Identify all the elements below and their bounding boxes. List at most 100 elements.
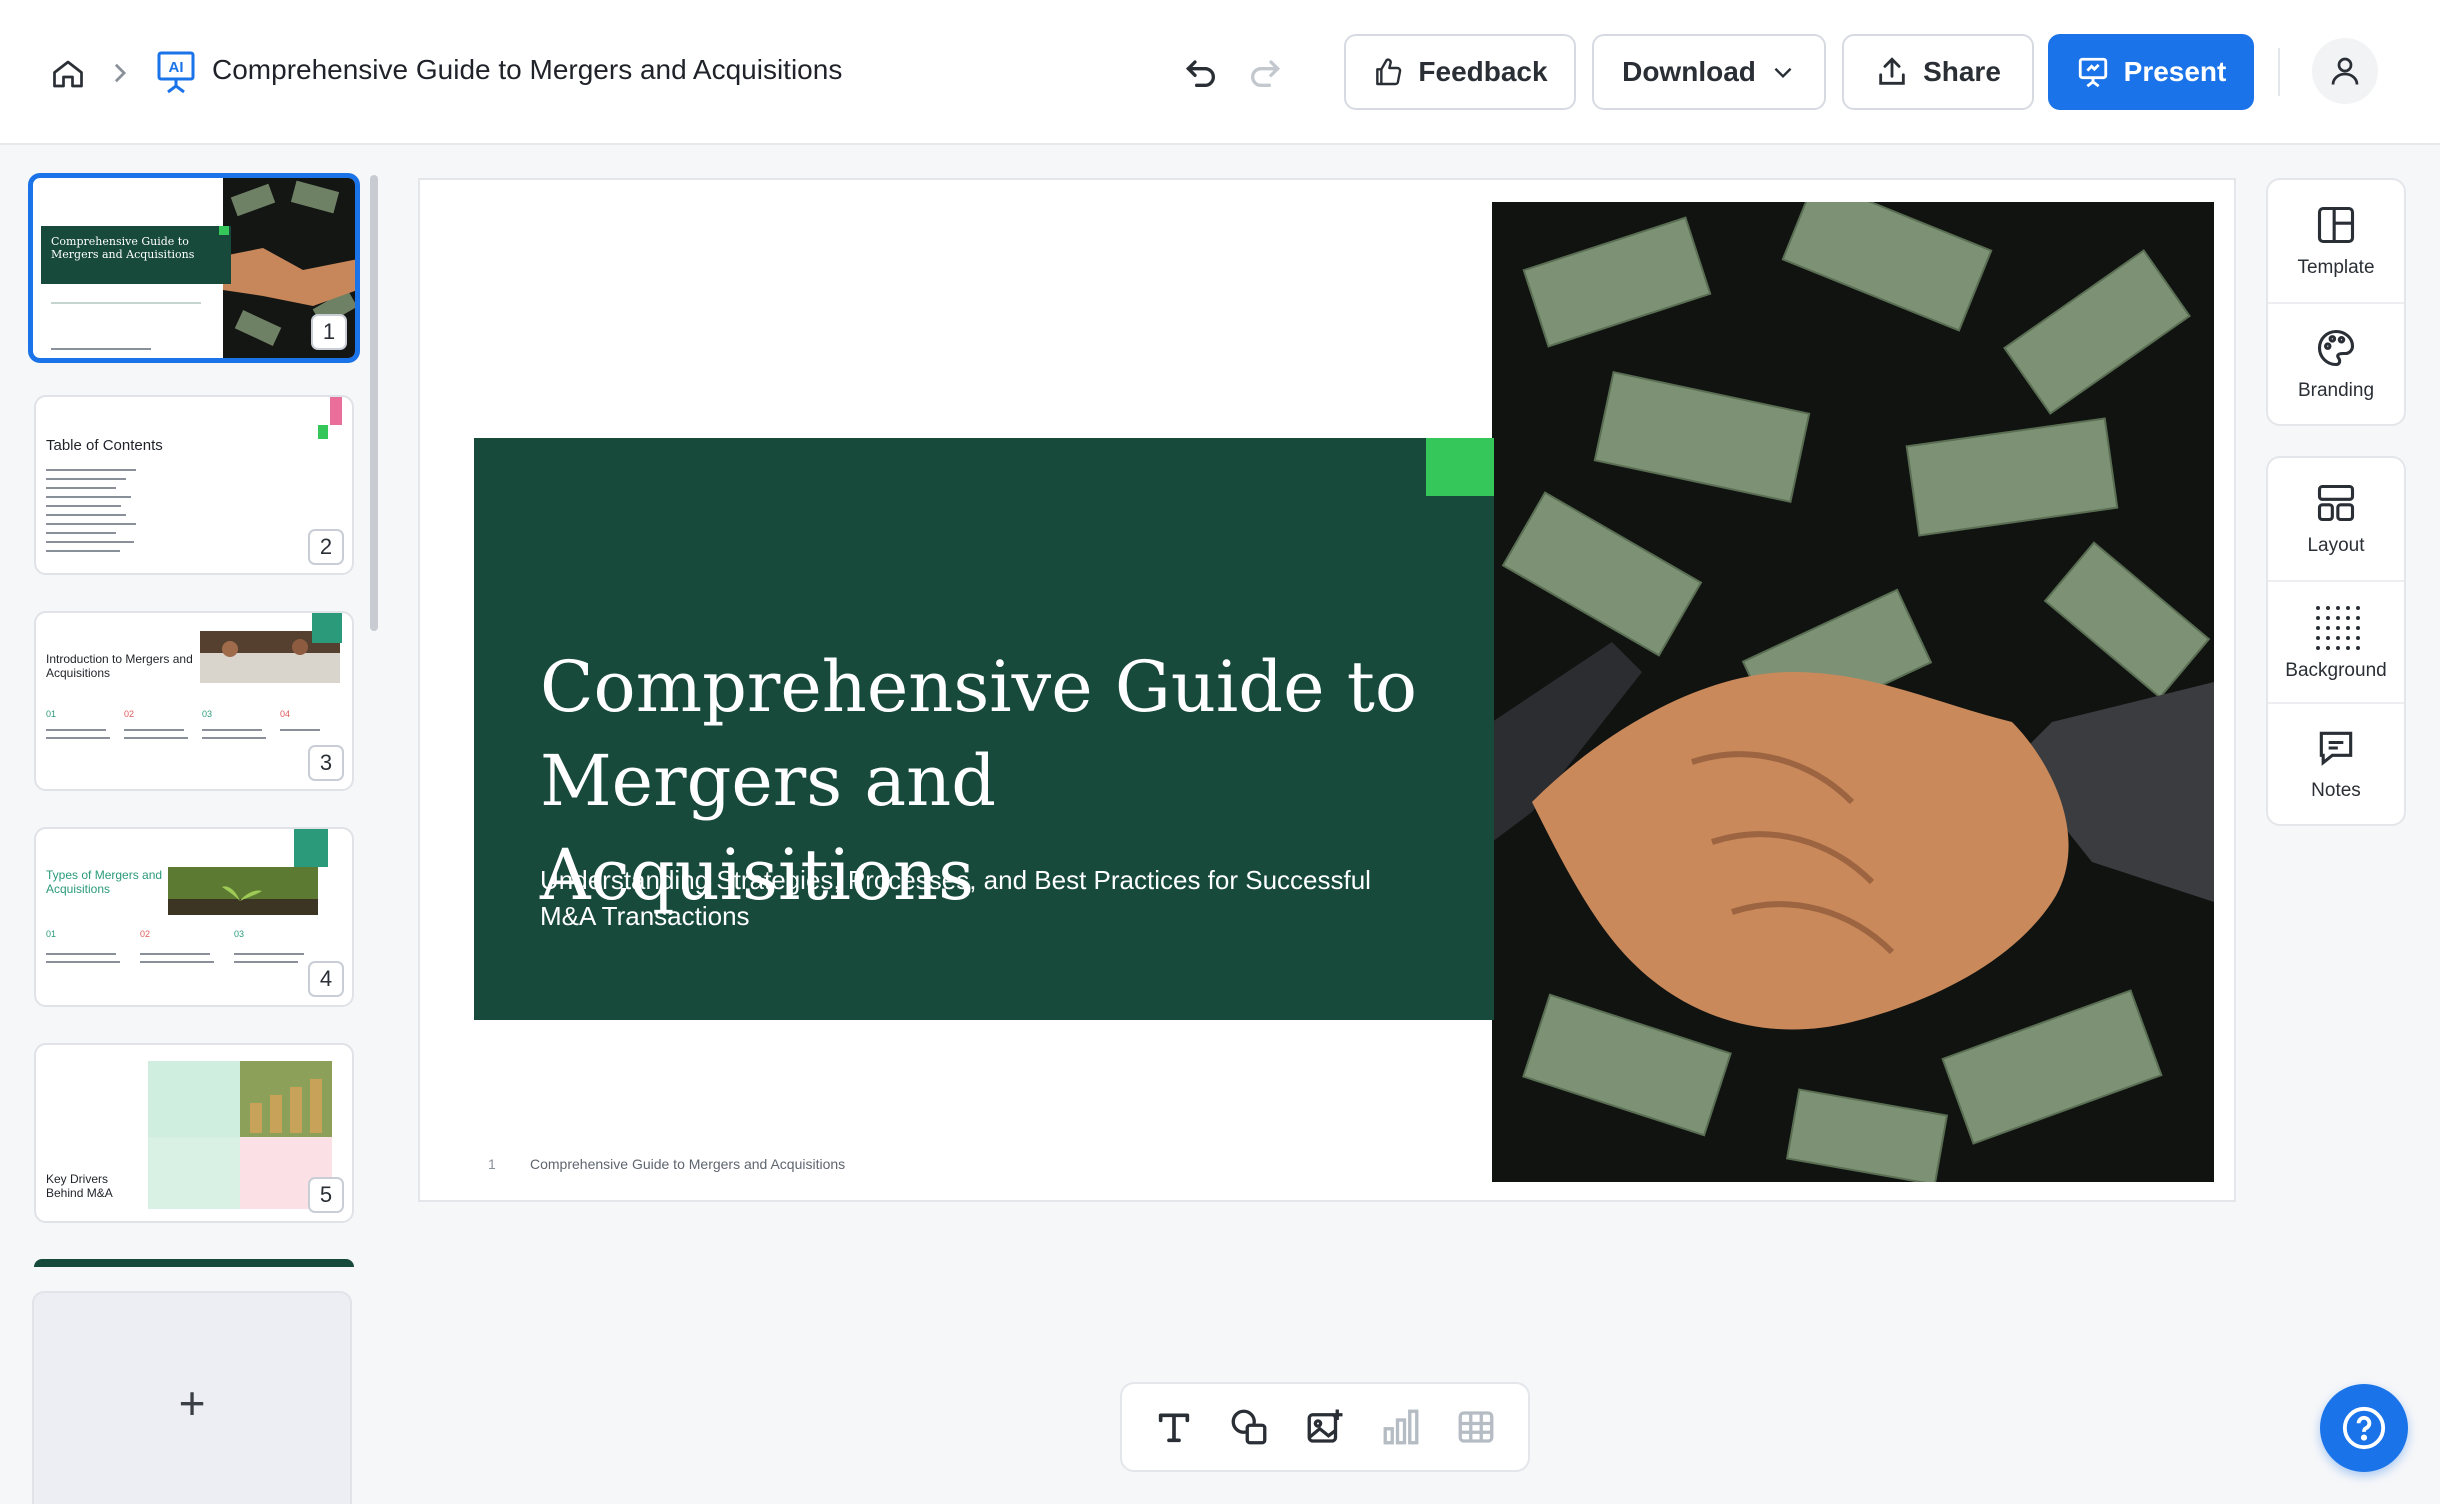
notes-icon: [2319, 731, 2353, 766]
background-label: Background: [2285, 660, 2387, 681]
accent-bar: [330, 397, 342, 425]
table-tool-icon[interactable]: [1453, 1404, 1499, 1450]
layout-icon: [2317, 484, 2355, 522]
chart-tool-icon[interactable]: [1378, 1404, 1424, 1450]
slide-number-badge: 1: [311, 314, 347, 350]
thumb-title: Introduction to Mergers and Acquisitions: [46, 652, 193, 680]
toc-line: [46, 478, 126, 480]
toc-line: [46, 523, 136, 525]
thumb-text-line: [234, 961, 298, 963]
handshake-image[interactable]: [1492, 202, 2214, 1182]
help-button[interactable]: [2320, 1384, 2408, 1472]
thumb-title: Key Drivers Behind M&A: [46, 1172, 113, 1200]
template-button[interactable]: Template: [2268, 180, 2404, 302]
feedback-label: Feedback: [1418, 56, 1548, 87]
thumb-text-line: [280, 729, 320, 731]
thumb-title: Comprehensive Guide to Mergers and Acqui…: [51, 235, 195, 261]
top-bar: AI Comprehensive Guide to Mergers and Ac…: [0, 0, 2440, 145]
user-icon: [2331, 57, 2359, 85]
toc-line: [46, 532, 116, 534]
slide-number-badge: 3: [308, 745, 344, 781]
branding-button[interactable]: Branding: [2268, 302, 2404, 424]
layout-tools: Layout Background Notes: [2266, 456, 2406, 826]
template-label: Template: [2297, 257, 2375, 278]
thumb-text-line: [124, 729, 184, 731]
slide-canvas[interactable]: Comprehensive Guide to Mergers and Acqui…: [418, 178, 2236, 1202]
help-icon: [2342, 1406, 2386, 1450]
slide-thumbnail-1[interactable]: Comprehensive Guide to Mergers and Acqui…: [28, 173, 360, 363]
thumb-text-line: [46, 953, 116, 955]
toc-line: [46, 550, 120, 552]
undo-icon[interactable]: [1180, 52, 1220, 92]
avatar[interactable]: [2312, 38, 2378, 104]
thumb-text-line: [140, 953, 210, 955]
document-title[interactable]: Comprehensive Guide to Mergers and Acqui…: [212, 54, 842, 86]
share-button[interactable]: Share: [1842, 34, 2034, 110]
download-button[interactable]: Download: [1592, 34, 1826, 110]
thumb-title: Table of Contents: [46, 437, 163, 454]
thumb-title: Types of Mergers and Acquisitions: [46, 868, 163, 896]
thumb-text-line: [234, 953, 304, 955]
shapes-tool-icon[interactable]: [1226, 1404, 1272, 1450]
coins-image: [240, 1061, 332, 1137]
toc-line: [46, 487, 116, 489]
toc-line: [46, 496, 131, 498]
accent-square: [294, 829, 328, 867]
step-number: 03: [234, 929, 245, 939]
accent-square: [219, 226, 229, 235]
toc-line: [46, 505, 121, 507]
thumbs-up-icon: [1376, 58, 1402, 86]
thumb-text-line: [46, 961, 120, 963]
present-label: Present: [2123, 56, 2227, 87]
redo-icon[interactable]: [1246, 52, 1286, 92]
slide-subtitle[interactable]: Understanding Strategies, Processes, and…: [540, 862, 1420, 934]
slide-thumbnail-6[interactable]: [34, 1259, 354, 1267]
notes-button[interactable]: Notes: [2268, 702, 2404, 824]
background-button[interactable]: Background: [2268, 580, 2404, 702]
header-divider: [2278, 48, 2280, 96]
slide-thumbnail-5[interactable]: Key Drivers Behind M&A 5: [34, 1043, 354, 1223]
step-number: 04: [280, 709, 291, 719]
slide-footer-text[interactable]: Comprehensive Guide to Mergers and Acqui…: [530, 1156, 845, 1172]
thumb-text-line: [124, 737, 188, 739]
chevron-down-icon: [1774, 67, 1792, 79]
toc-line: [46, 469, 136, 471]
layout-label: Layout: [2307, 535, 2365, 556]
step-number: 01: [46, 929, 57, 939]
step-number: 02: [124, 709, 135, 719]
accent-square: [312, 613, 342, 643]
dot-grid-icon: [2316, 606, 2360, 650]
present-button[interactable]: Present: [2048, 34, 2254, 110]
share-label: Share: [1923, 56, 2001, 87]
design-tools: Template Branding: [2266, 178, 2406, 426]
slide-thumbnail-4[interactable]: Types of Mergers and Acquisitions 01 02 …: [34, 827, 354, 1007]
feedback-button[interactable]: Feedback: [1344, 34, 1576, 110]
slide-number-badge: 5: [308, 1177, 344, 1213]
step-number: 03: [202, 709, 213, 719]
thumb-text-line: [202, 729, 262, 731]
thumb-text-line: [46, 737, 110, 739]
slide-footer-number: 1: [488, 1156, 496, 1172]
template-icon: [2317, 206, 2355, 244]
branding-label: Branding: [2297, 380, 2375, 401]
slide-number-badge: 2: [308, 529, 344, 565]
chevron-right-icon: [110, 58, 130, 88]
slide-thumbnail-2[interactable]: Table of Contents 2: [34, 395, 354, 575]
layout-button[interactable]: Layout: [2268, 458, 2404, 580]
home-icon[interactable]: [46, 52, 90, 96]
step-number: 01: [46, 709, 57, 719]
slide-thumbnail-rail: Comprehensive Guide to Mergers and Acqui…: [0, 147, 390, 1504]
image-tool-icon[interactable]: [1302, 1404, 1348, 1450]
thumb-text-line: [140, 961, 214, 963]
svg-text:AI: AI: [169, 59, 184, 76]
sprout-image: [168, 867, 318, 915]
text-tool-icon[interactable]: [1151, 1404, 1197, 1450]
toc-line: [46, 541, 134, 543]
add-slide-button[interactable]: +: [32, 1291, 352, 1504]
upload-icon: [1879, 57, 1905, 85]
thumb-text-line: [46, 729, 106, 731]
slide-thumbnail-3[interactable]: Introduction to Mergers and Acquisitions…: [34, 611, 354, 791]
presentation-icon: AI: [156, 50, 196, 94]
info-card: [148, 1137, 240, 1209]
thumbnail-scrollbar[interactable]: [370, 175, 378, 631]
